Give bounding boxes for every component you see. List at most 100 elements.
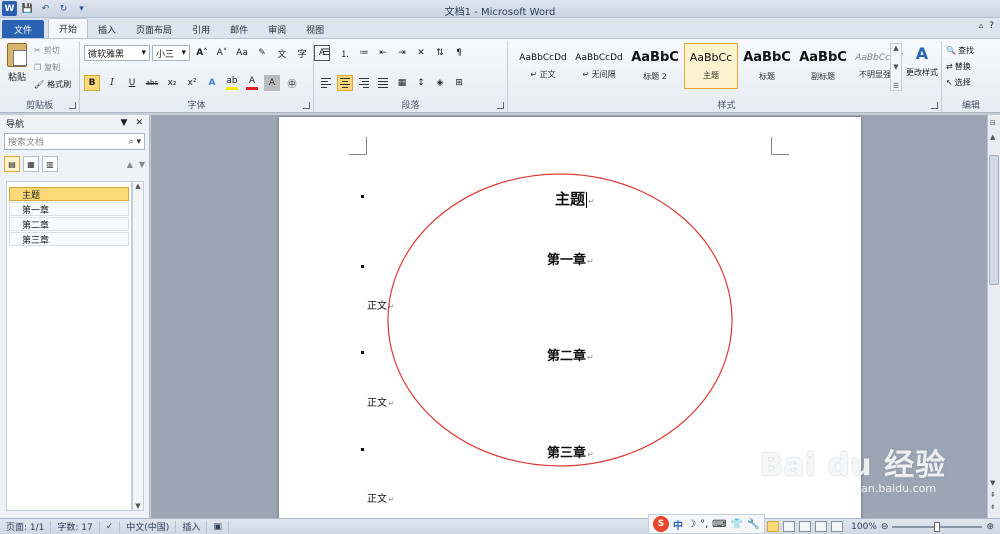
nav-tab-headings[interactable]: ▤ [4,156,20,172]
multilevel-list-icon[interactable]: ≔ [356,45,372,61]
minimize-ribbon-icon[interactable]: ▵ [979,21,984,31]
nav-item-chapter-1[interactable]: 第一章 [9,202,129,216]
doc-body-1[interactable]: 正文↵ [367,297,395,312]
enclose-char-icon[interactable]: 字 [294,45,310,61]
bold-button[interactable]: B [84,75,100,91]
doc-chapter-1[interactable]: 第一章↵ [547,249,594,268]
clear-format-icon[interactable]: ✎ [254,45,270,61]
show-marks-icon[interactable]: ¶ [451,45,467,61]
tab-references[interactable]: 引用 [182,20,220,38]
sort-icon[interactable]: ⇅ [432,45,448,61]
keyboard-icon[interactable]: ⌨ [712,519,726,530]
sogou-logo-icon[interactable]: S [653,516,669,532]
zoom-level[interactable]: 100% [851,522,877,532]
doc-title[interactable]: 主题 ↵ [555,188,595,209]
font-launcher-icon[interactable] [303,102,310,109]
wrench-icon[interactable]: 🔧 [747,519,759,530]
nav-item-chapter-2[interactable]: 第二章 [9,217,129,231]
find-button[interactable]: 🔍 查找 [946,43,974,57]
style-title[interactable]: AaBbC 标题 [740,43,794,89]
chevron-down-icon[interactable]: ▼ [893,63,898,71]
skin-icon[interactable]: 👕 [731,519,743,530]
align-center-icon[interactable] [337,75,353,91]
nav-tab-results[interactable]: ▥ [42,156,58,172]
nav-search-input[interactable]: 搜索文档 ⌕ ▾ [4,133,145,150]
style-gallery-scroll[interactable]: ▲ ▼ ☰ [890,43,902,91]
paste-button[interactable]: 粘贴 [4,43,30,93]
chevron-up-icon[interactable]: ▲ [135,182,140,190]
ime-mode[interactable]: 中 [673,517,683,532]
ruler-toggle-icon[interactable]: ⊟ [990,119,996,127]
align-right-icon[interactable] [356,75,372,91]
replace-button[interactable]: ⇄ 替换 [946,59,974,73]
tab-file[interactable]: 文件 [2,20,45,38]
status-language[interactable]: 中文(中国) [120,520,177,533]
line-spacing-icon[interactable]: ↕ [413,75,429,91]
doc-chapter-2[interactable]: 第二章↵ [547,345,594,364]
status-insert-mode[interactable]: 插入 [176,520,208,533]
copy-button[interactable]: ❐ 复制 [34,60,71,74]
status-word-count[interactable]: 字数: 17 [51,520,100,533]
zoom-in-icon[interactable]: ⊕ [986,522,994,532]
phonetic-guide-icon[interactable]: 文 [274,45,290,61]
decrease-indent-icon[interactable]: ⇤ [375,45,391,61]
chevron-down-icon[interactable]: ▼ [135,502,140,510]
doc-chapter-3[interactable]: 第三章↵ [547,442,594,461]
style-theme[interactable]: AaBbCc 主题 [684,43,738,89]
underline-button[interactable]: U [124,75,140,91]
search-icon[interactable]: ⌕ ▾ [129,137,141,147]
chevron-up-icon[interactable]: ▲ [893,44,898,52]
style-heading-2[interactable]: AaBbC 标题 2 [628,43,682,89]
zoom-slider-thumb[interactable] [934,521,941,532]
previous-page-icon[interactable]: ⇞ [990,491,996,499]
next-page-icon[interactable]: ⇟ [990,503,996,511]
nav-previous-icon[interactable]: ▲ [127,160,133,169]
view-outline-button[interactable] [815,521,828,532]
tab-home[interactable]: 开始 [48,18,89,38]
format-painter-button[interactable]: 🖌 格式刷 [34,77,71,91]
shading-icon[interactable]: ◈ [432,75,448,91]
paragraph-launcher-icon[interactable] [497,102,504,109]
view-print-layout-button[interactable] [767,521,780,532]
help-icon[interactable]: ? [989,21,994,31]
moon-icon[interactable]: ☽ [687,519,696,530]
styles-launcher-icon[interactable] [931,102,938,109]
view-web-button[interactable] [799,521,812,532]
tab-insert[interactable]: 插入 [88,20,126,38]
zoom-slider[interactable] [892,521,983,532]
nav-tab-pages[interactable]: ▦ [23,156,39,172]
subscript-button[interactable]: x₂ [164,75,180,91]
tab-mailings[interactable]: 邮件 [220,20,258,38]
superscript-button[interactable]: x² [184,75,200,91]
vertical-scrollbar[interactable]: ⊟ ▲ ▼ ⇞ ⇟ [987,115,1000,518]
tab-view[interactable]: 视图 [296,20,334,38]
enclosed-char-icon[interactable]: ㊥ [284,75,300,91]
increase-indent-icon[interactable]: ⇥ [394,45,410,61]
gallery-more-icon[interactable]: ☰ [893,82,899,90]
nav-options-icon[interactable]: ▼ [121,118,128,128]
change-case-button[interactable]: Aa [234,45,250,61]
zoom-out-icon[interactable]: ⊖ [881,522,889,532]
select-button[interactable]: ↖ 选择 [946,75,974,89]
strikethrough-button[interactable]: abc [144,75,160,91]
borders-icon[interactable]: ⊞ [451,75,467,91]
align-left-icon[interactable] [318,75,334,91]
clipboard-launcher-icon[interactable] [69,102,76,109]
distribute-icon[interactable]: ▦ [394,75,410,91]
char-shading-icon[interactable]: A [264,75,280,91]
tab-review[interactable]: 审阅 [258,20,296,38]
tab-page-layout[interactable]: 页面布局 [126,20,182,38]
style-no-spacing[interactable]: AaBbCcDd ↵ 无间隔 [572,43,626,89]
scroll-thumb[interactable] [989,155,999,285]
nav-item-chapter-3[interactable]: 第三章 [9,232,129,246]
style-subtitle[interactable]: AaBbC 副标题 [796,43,850,89]
font-size-select[interactable]: 小三 ▾ [152,45,190,61]
status-page[interactable]: 页面: 1/1 [0,520,52,533]
view-reading-button[interactable] [783,521,796,532]
punctuation-icon[interactable]: °, [700,519,708,530]
nav-next-icon[interactable]: ▼ [139,160,145,169]
close-icon[interactable]: ✕ [135,118,143,128]
text-effects-icon[interactable]: A [204,75,220,91]
spell-check-icon[interactable]: ✓ [100,520,121,533]
grow-font-button[interactable]: A ˄ [194,45,210,61]
